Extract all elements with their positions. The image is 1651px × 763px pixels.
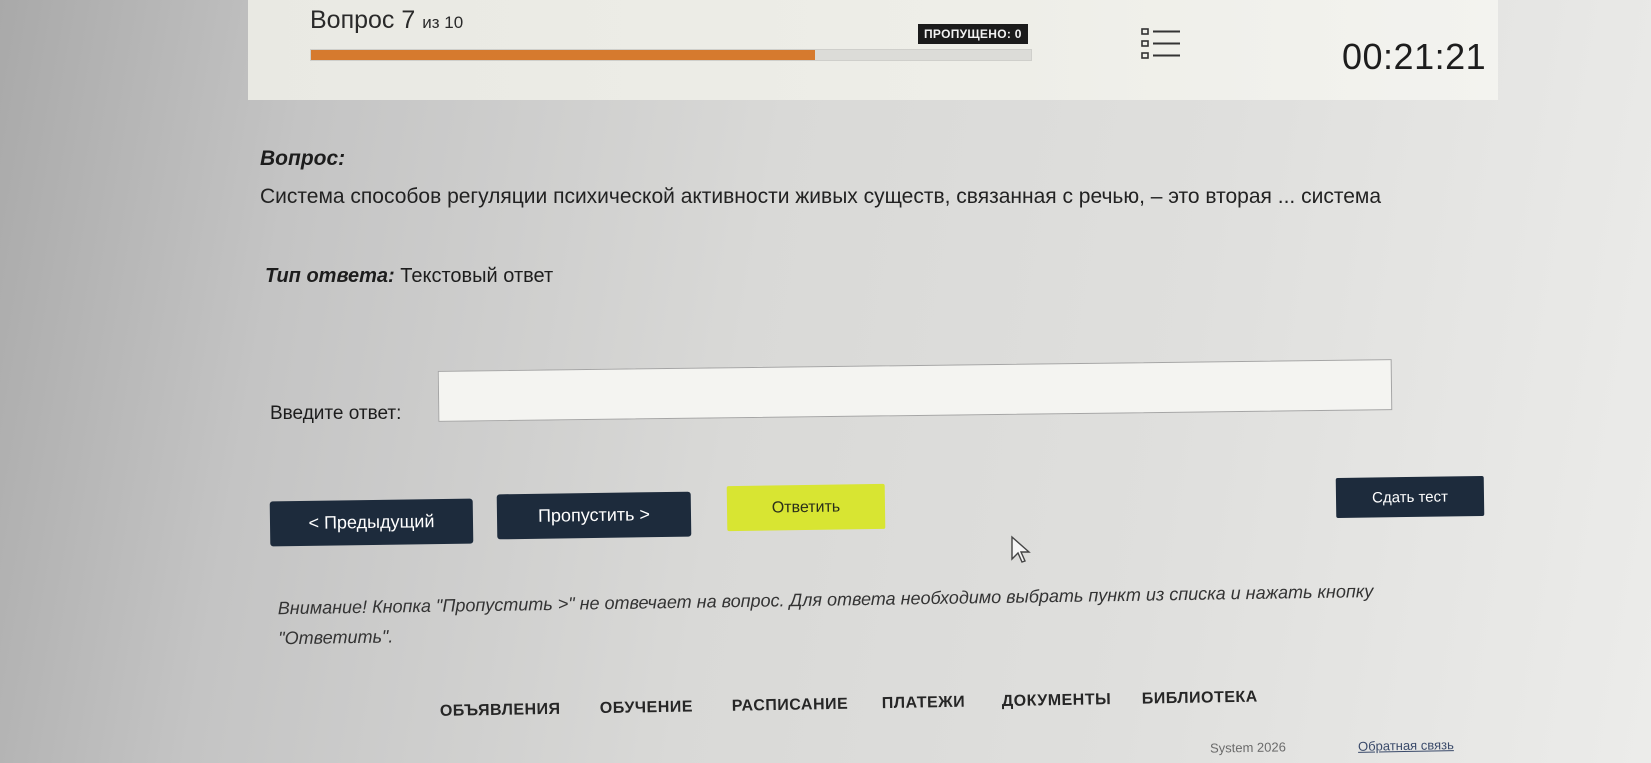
question-number: Вопрос 7 (310, 6, 416, 34)
answer-type: Тип ответа: Текстовый ответ (265, 265, 553, 288)
mouse-cursor-icon (1010, 535, 1032, 565)
question-total: из 10 (422, 13, 464, 32)
answer-type-value: Текстовый ответ (400, 265, 554, 287)
footer-nav: ОБЪЯВЛЕНИЯ ОБУЧЕНИЕ РАСПИСАНИЕ ПЛАТЕЖИ Д… (440, 687, 1341, 743)
question-list-icon[interactable] (1140, 27, 1190, 67)
copyright-text: System 2026 (1209, 739, 1287, 756)
progress-bar-fill (311, 50, 815, 60)
skip-button[interactable]: Пропустить > (496, 491, 692, 540)
answer-button[interactable]: Ответить (726, 483, 886, 532)
footer-nav-schedule[interactable]: РАСПИСАНИЕ (732, 696, 849, 716)
answer-input-label: Введите ответ: (270, 403, 402, 424)
question-counter: Вопрос 7 из 10 (310, 6, 463, 35)
progress-bar (310, 49, 1032, 61)
skipped-count-badge: ПРОПУЩЕНО: 0 (918, 24, 1028, 44)
footer-nav-documents[interactable]: ДОКУМЕНТЫ (1002, 691, 1112, 711)
question-heading: Вопрос: (260, 147, 346, 170)
answer-input[interactable] (437, 359, 1393, 422)
question-text: Система способов регуляции психической а… (260, 185, 1381, 208)
footer-nav-payments[interactable]: ПЛАТЕЖИ (882, 694, 966, 713)
footer-nav-library[interactable]: БИБЛИОТЕКА (1142, 689, 1258, 709)
skip-warning-text: Внимание! Кнопка "Пропустить >" не отвеч… (277, 581, 1374, 649)
footer-nav-learning[interactable]: ОБУЧЕНИЕ (600, 698, 693, 718)
countdown-timer: 00:21:21 (1342, 36, 1487, 77)
feedback-link[interactable]: Обратная связь (1358, 737, 1454, 754)
previous-button[interactable]: < Предыдущий (269, 498, 474, 547)
finish-test-button[interactable]: Сдать тест (1335, 475, 1485, 519)
footer-nav-announcements[interactable]: ОБЪЯВЛЕНИЯ (440, 701, 561, 721)
answer-type-label: Тип ответа: (265, 265, 395, 287)
